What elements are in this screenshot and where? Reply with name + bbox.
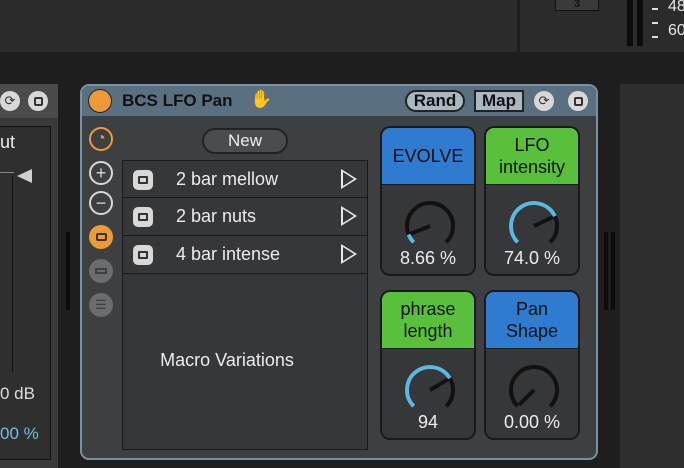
- meter-tick: [652, 22, 658, 24]
- left-divider-fader: [66, 232, 70, 310]
- variation-label: 2 bar mellow: [176, 169, 279, 189]
- fader-track: [12, 176, 13, 372]
- macro-header: LFO intensity: [486, 128, 578, 185]
- minus-icon[interactable]: −: [89, 191, 113, 215]
- variation-mode-icon[interactable]: ◔: [89, 127, 113, 151]
- meter-scale-label: 48: [668, 0, 684, 15]
- macro-header: Pan Shape: [486, 292, 578, 349]
- macro-name: Pan Shape: [505, 299, 559, 341]
- knob-dial[interactable]: [505, 360, 563, 418]
- play-icon[interactable]: [341, 169, 357, 189]
- camera-icon[interactable]: [89, 225, 113, 249]
- knob-track: [405, 201, 455, 244]
- play-icon[interactable]: [341, 206, 357, 226]
- macro-value: 74.0 %: [503, 248, 561, 268]
- meter-scale-label: 60: [668, 22, 684, 39]
- macro-name: phrase length: [400, 299, 456, 341]
- camera-icon[interactable]: [133, 170, 153, 190]
- knob-pointer: [428, 377, 450, 392]
- fader-arrow-icon[interactable]: [17, 169, 32, 183]
- camera-icon[interactable]: [133, 207, 153, 227]
- right-divider-fader: [611, 232, 615, 310]
- power-button[interactable]: [88, 89, 112, 113]
- percent-readout: 00 %: [0, 424, 39, 443]
- macro-header: EVOLVE: [382, 128, 474, 185]
- top-box-button[interactable]: 3: [555, 0, 599, 11]
- rand-button[interactable]: Rand: [405, 90, 465, 112]
- save-icon[interactable]: [568, 91, 588, 111]
- knob-track: [509, 365, 559, 408]
- knob-dial[interactable]: [505, 196, 563, 254]
- macro-name: LFO intensity: [498, 135, 566, 177]
- variation-row[interactable]: 2 bar nuts: [123, 198, 367, 236]
- save-icon[interactable]: [28, 91, 48, 111]
- new-variation-button[interactable]: New: [202, 128, 288, 154]
- macro-evolve[interactable]: EVOLVE 8.66 %: [380, 126, 476, 276]
- left-partial-label: ut: [0, 132, 16, 152]
- right-device: [620, 84, 684, 468]
- macro-value: 94: [417, 412, 439, 432]
- variation-row[interactable]: 2 bar mellow: [123, 160, 367, 198]
- knob-value-arc: [405, 365, 452, 408]
- knob-value-arc: [509, 201, 557, 244]
- macro-pan-shape[interactable]: Pan Shape 0.00 %: [484, 290, 580, 440]
- knob-dial[interactable]: [401, 196, 459, 254]
- plus-icon[interactable]: +: [89, 161, 113, 185]
- knob-pointer: [533, 215, 554, 228]
- device-title: BCS LFO Pan: [122, 91, 233, 110]
- knob-pointer: [409, 224, 431, 236]
- refresh-icon[interactable]: ⟳: [0, 91, 20, 111]
- list-icon[interactable]: ☰: [89, 293, 113, 317]
- knob-pointer: [517, 388, 536, 407]
- square-icon[interactable]: [89, 259, 113, 283]
- right-divider-fader: [604, 232, 608, 310]
- level-meter-left: [627, 0, 633, 46]
- macro-header: phrase length: [382, 292, 474, 349]
- map-button[interactable]: Map: [474, 90, 524, 112]
- variation-row[interactable]: 4 bar intense: [123, 236, 367, 274]
- variation-label: 4 bar intense: [176, 244, 281, 264]
- play-icon[interactable]: [341, 244, 357, 264]
- top-box-label: 3: [573, 0, 581, 10]
- camera-icon[interactable]: [133, 245, 153, 265]
- macro-name: EVOLVE: [392, 146, 464, 166]
- macro-value: 0.00 %: [503, 412, 561, 432]
- level-meter-right: [637, 0, 643, 46]
- fader-line: [0, 172, 14, 173]
- meter-tick: [652, 8, 658, 10]
- meter-tick: [652, 36, 658, 38]
- macro-variations-label: Macro Variations: [160, 350, 294, 370]
- top-panel-left: [0, 0, 517, 52]
- macro-phrase-length[interactable]: phrase length 94: [380, 290, 476, 440]
- db-readout: 0 dB: [0, 384, 35, 403]
- hand-icon: ✋: [250, 89, 273, 109]
- variation-label: 2 bar nuts: [176, 206, 257, 226]
- knob-value-arc: [406, 233, 416, 244]
- macro-value: 8.66 %: [399, 248, 457, 268]
- knob-dial[interactable]: [401, 360, 459, 418]
- macro-lfo-intensity[interactable]: LFO intensity 74.0 %: [484, 126, 580, 276]
- top-panel-right: [520, 0, 684, 52]
- refresh-icon[interactable]: ⟳: [534, 91, 554, 111]
